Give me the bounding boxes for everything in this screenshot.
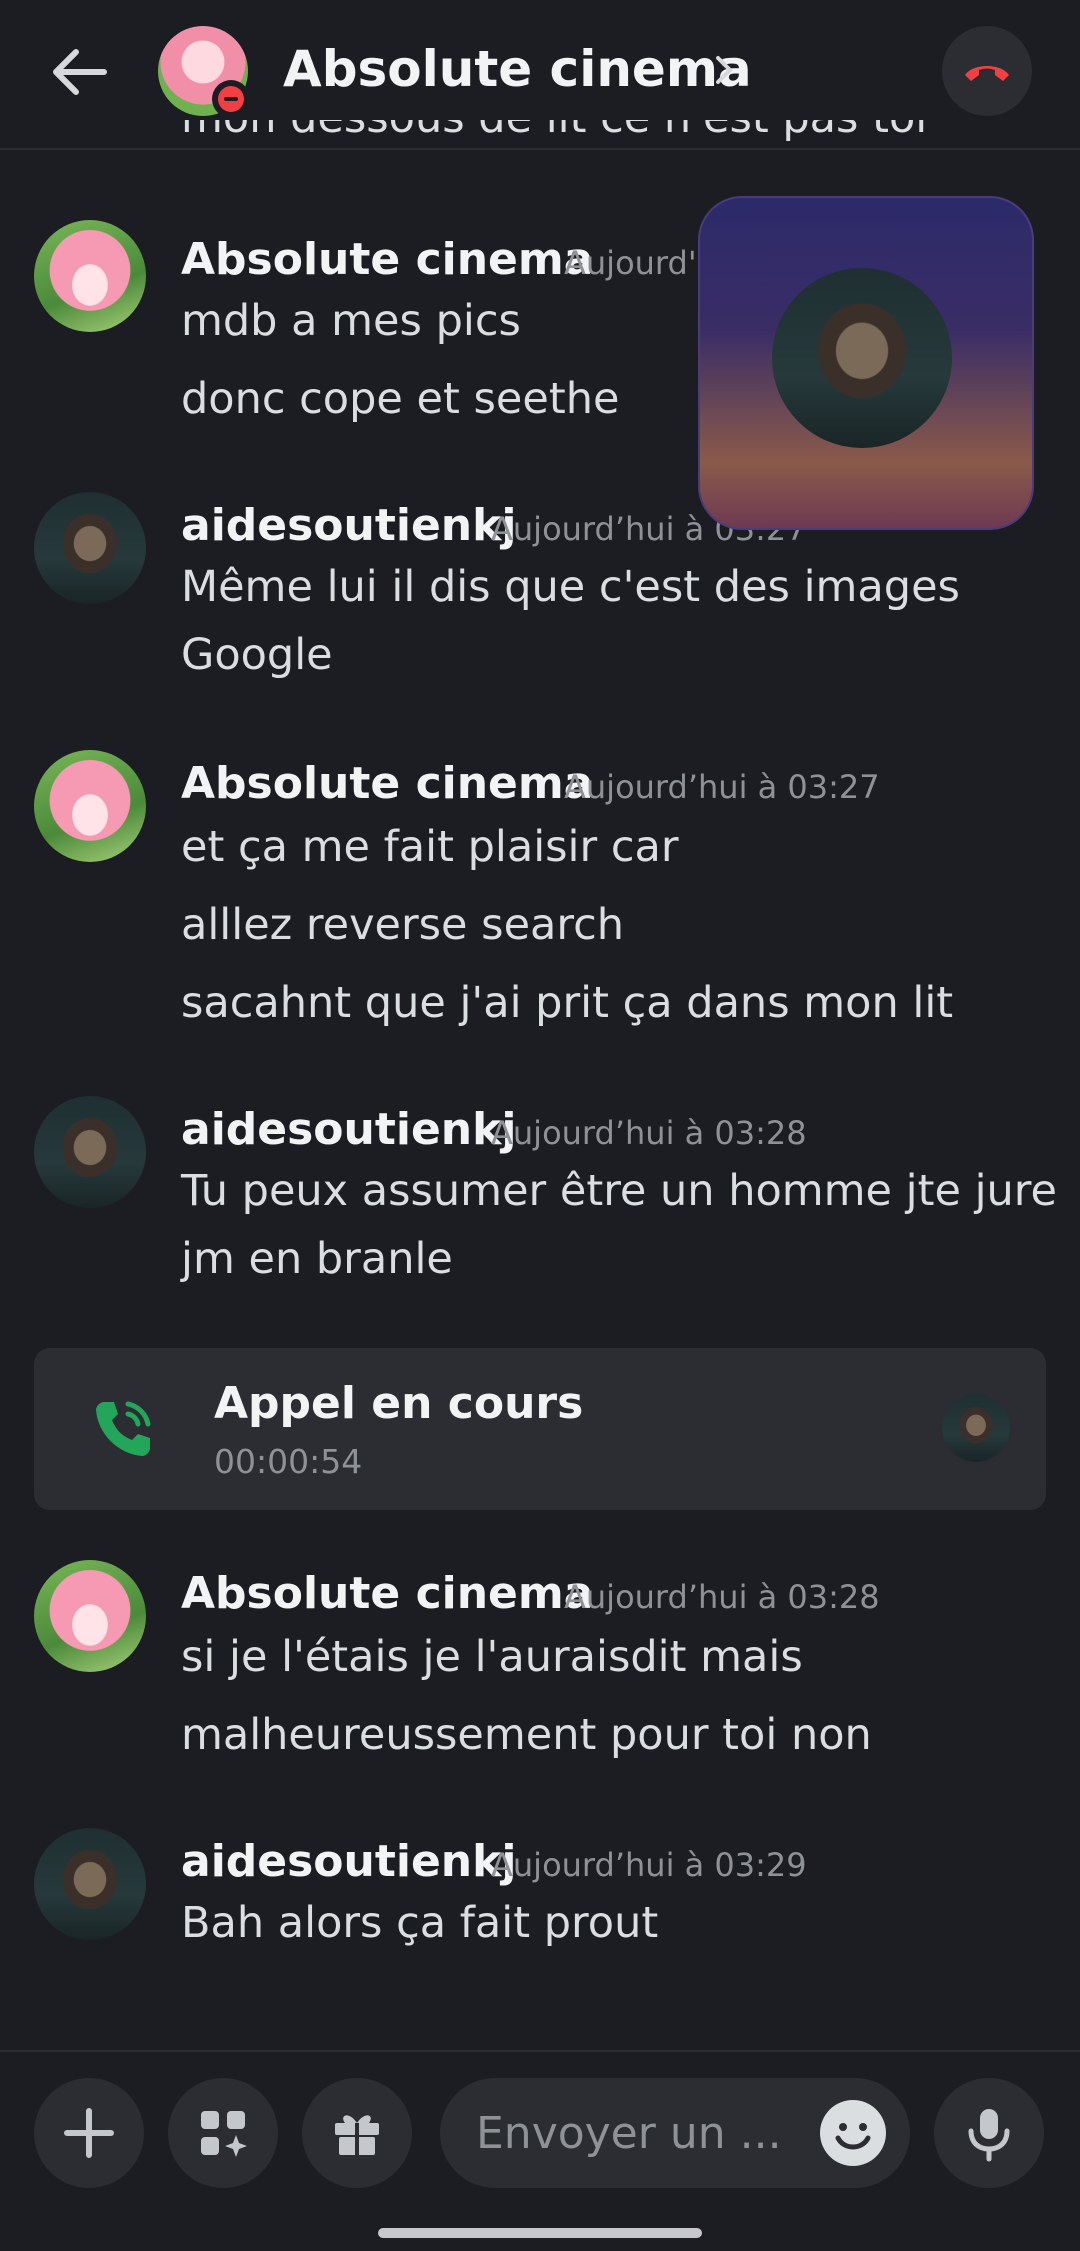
message-line: jm en branle (181, 1234, 453, 1284)
message-timestamp: Aujourd’hui à 03:27 (564, 768, 880, 806)
call-duration: 00:00:54 (214, 1442, 363, 1481)
avatar[interactable] (34, 1560, 146, 1672)
add-attachment-button[interactable] (34, 2078, 144, 2188)
message-line: et ça me fait plaisir car (181, 822, 679, 872)
phone-call-icon (90, 1396, 156, 1466)
plus-icon (64, 2108, 114, 2158)
ongoing-call-card[interactable]: Appel en cours 00:00:54 (34, 1348, 1046, 1510)
message-line: alllez reverse search (181, 900, 625, 950)
dnd-status-icon (212, 80, 250, 118)
message-composer-bar: Envoyer un ... (0, 2050, 1080, 2212)
floating-video-tile[interactable] (698, 196, 1034, 530)
call-participant-avatar (942, 1394, 1010, 1462)
smiley-icon (835, 2123, 871, 2150)
message-author[interactable]: Absolute cinema (181, 758, 593, 809)
arrow-left-icon (53, 49, 107, 95)
message-input[interactable]: Envoyer un ... (440, 2078, 910, 2188)
gesture-nav-handle[interactable] (378, 2228, 702, 2238)
message-line: Même lui il dis que c'est des images (181, 562, 960, 612)
phone-hangup-icon (965, 66, 1009, 81)
channel-title[interactable]: Absolute cinema (283, 40, 752, 98)
message-author[interactable]: aidesoutienkj (181, 500, 516, 551)
voice-message-button[interactable] (934, 2078, 1044, 2188)
apps-icon (201, 2111, 247, 2157)
message-line: Tu peux assumer être un homme jte jure (181, 1166, 1057, 1216)
message-timestamp: Aujourd’hui à 03:28 (564, 1578, 880, 1616)
message-author[interactable]: Absolute cinema (181, 234, 593, 285)
message-line: Google (181, 630, 333, 680)
gift-icon (335, 2115, 379, 2155)
message-line: mdb a mes pics (181, 296, 521, 346)
message-line: Bah alors ça fait prout (181, 1898, 659, 1948)
message-author[interactable]: aidesoutienkj (181, 1104, 516, 1155)
avatar[interactable] (34, 1096, 146, 1208)
avatar[interactable] (34, 1828, 146, 1940)
apps-button[interactable] (168, 2078, 278, 2188)
message-timestamp: Aujourd’hui à 03:28 (491, 1114, 807, 1152)
message-line: si je l'étais je l'auraisdit mais (181, 1632, 803, 1682)
back-button[interactable] (40, 32, 120, 112)
call-title: Appel en cours (214, 1378, 584, 1429)
gift-button[interactable] (302, 2078, 412, 2188)
avatar[interactable] (34, 750, 146, 862)
video-participant-avatar (772, 268, 952, 448)
message-timestamp: Aujourd’hui à 03:29 (491, 1846, 807, 1884)
avatar[interactable] (34, 492, 146, 604)
avatar[interactable] (34, 220, 146, 332)
message-author[interactable]: aidesoutienkj (181, 1836, 516, 1887)
emoji-button[interactable] (820, 2100, 886, 2166)
microphone-icon (968, 2109, 1010, 2162)
chevron-right-icon[interactable] (712, 52, 736, 92)
message-line: malheureussement pour toi non (181, 1710, 872, 1760)
message-line: sacahnt que j'ai prit ça dans mon lit (181, 978, 954, 1028)
hangup-button[interactable] (942, 26, 1032, 116)
message-line: donc cope et seethe (181, 374, 620, 424)
message-author[interactable]: Absolute cinema (181, 1568, 593, 1619)
partial-message-line: mon dessous de lit ce n'est pas toi (181, 120, 927, 150)
message-input-placeholder: Envoyer un ... (476, 2108, 782, 2159)
